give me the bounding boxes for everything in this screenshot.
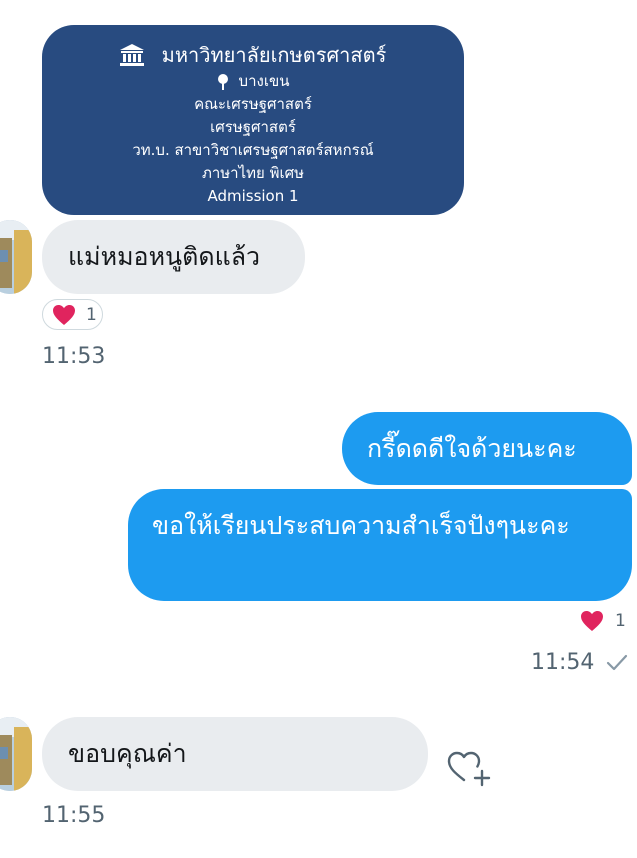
- message-text: ขอให้เรียนประสบความสำเร็จปังๆนะคะ: [152, 511, 570, 540]
- message-text: ขอบคุณค่า: [68, 739, 187, 768]
- program-track: ภาษาไทย พิเศษ: [201, 164, 305, 182]
- reaction-count: 1: [86, 304, 97, 325]
- heart-icon: [581, 611, 603, 631]
- avatar-image: [0, 717, 32, 791]
- campus-name: บางเขน: [238, 72, 290, 90]
- message-bubble-outgoing[interactable]: กรี๊ดดดีใจด้วยนะคะ: [342, 412, 632, 485]
- message-text: แม่หมอหนูติดแล้ว: [68, 242, 261, 271]
- reaction-badge[interactable]: 1: [42, 299, 103, 330]
- avatar[interactable]: [0, 717, 32, 791]
- message-meta: 11:54: [531, 650, 628, 675]
- program-name: วท.บ. สาขาวิชาเศรษฐศาสตร์สหกรณ์: [132, 141, 374, 159]
- message-bubble-incoming[interactable]: ขอบคุณค่า: [42, 717, 428, 791]
- message-timestamp: 11:53: [42, 344, 106, 369]
- faculty-name: คณะเศรษฐศาสตร์: [194, 95, 312, 113]
- message-bubble-outgoing[interactable]: ขอให้เรียนประสบความสำเร็จปังๆนะคะ: [128, 489, 632, 601]
- university-name: มหาวิทยาลัยเกษตรศาสตร์: [161, 43, 387, 67]
- avatar[interactable]: [0, 220, 32, 294]
- heart-icon: [53, 304, 75, 325]
- admission-round: Admission 1: [207, 187, 299, 205]
- building-columns-icon: [119, 44, 144, 66]
- avatar-image: [0, 220, 32, 294]
- reaction-count: 1: [615, 611, 626, 631]
- message-bubble-incoming[interactable]: แม่หมอหนูติดแล้ว: [42, 220, 305, 294]
- message-text: กรี๊ดดดีใจด้วยนะคะ: [367, 433, 577, 463]
- map-pin-icon: [217, 73, 228, 90]
- reaction-badge[interactable]: 1: [580, 610, 626, 632]
- department-name: เศรษฐศาสตร์: [210, 118, 296, 136]
- message-timestamp: 11:54: [531, 650, 595, 675]
- heart-plus-icon[interactable]: [446, 747, 492, 787]
- message-timestamp: 11:55: [42, 803, 106, 828]
- checkmark-icon: [607, 654, 628, 670]
- admission-card[interactable]: มหาวิทยาลัยเกษตรศาสตร์ บางเขน คณะเศรษฐศา…: [42, 25, 464, 215]
